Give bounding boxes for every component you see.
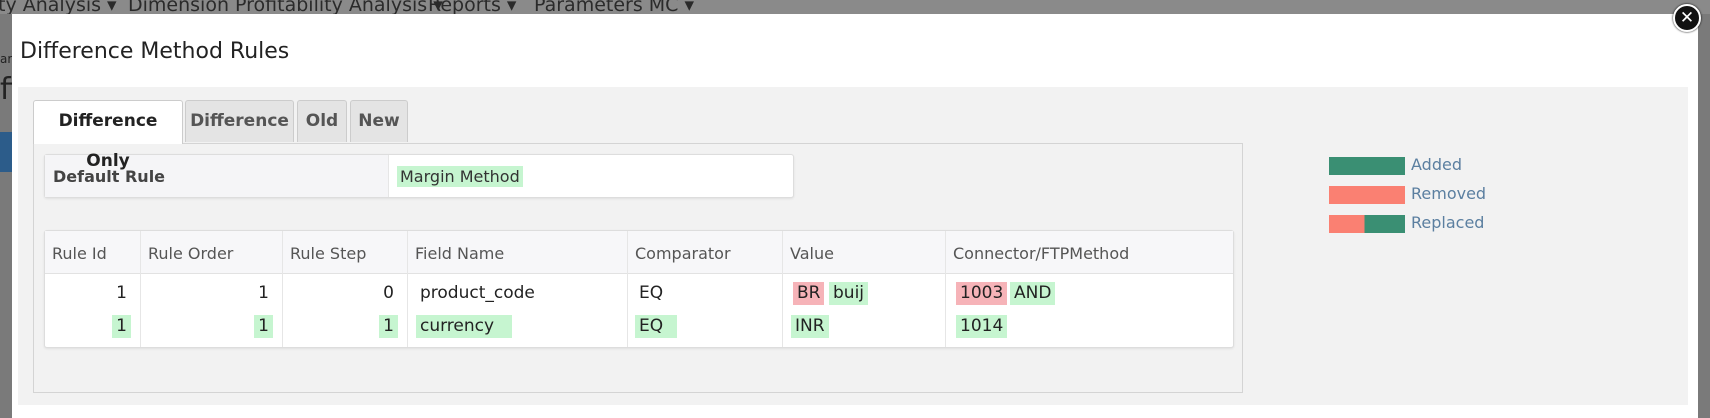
cell-comparator: EQ — [639, 283, 664, 303]
cell-connector-removed: 1003 — [956, 282, 1008, 305]
bg-side-text: ar — [0, 52, 12, 66]
cell-rule-id: 1 — [112, 315, 131, 338]
header-rule-id: Rule Id — [52, 244, 107, 263]
background-right-edge — [1698, 14, 1710, 418]
bg-nav-item: Reports ▾ — [428, 0, 517, 14]
default-rule-box: Default Rule Margin Method — [44, 154, 794, 198]
bg-side-button — [0, 132, 12, 172]
legend-item-added: Added — [1329, 155, 1529, 175]
background-nav-bar: ty Analysis ▾ Dimension Profitability An… — [0, 0, 1710, 14]
cell-connector: 1014 — [956, 315, 1008, 338]
legend-label-replaced: Replaced — [1411, 213, 1485, 232]
cell-rule-order: 1 — [254, 315, 273, 338]
legend-item-removed: Removed — [1329, 184, 1529, 204]
bg-nav-item: Parameters MC ▾ — [534, 0, 695, 14]
header-field-name: Field Name — [415, 244, 505, 263]
tab-difference-only[interactable]: Difference Only — [33, 100, 183, 171]
header-connector-ftpmethod: Connector/FTPMethod — [953, 244, 1130, 263]
tab-new[interactable]: New — [350, 100, 408, 142]
cell-rule-step: 1 — [379, 315, 398, 338]
cell-rule-order: 1 — [258, 283, 269, 303]
legend-item-replaced: Replaced — [1329, 213, 1529, 233]
legend-label-added: Added — [1411, 155, 1462, 174]
column-divider — [407, 231, 408, 347]
tab-difference[interactable]: Difference — [185, 100, 294, 142]
column-divider — [140, 231, 141, 347]
cell-value-added: buij — [829, 282, 869, 305]
cell-field-name: currency — [416, 315, 513, 338]
modal-title: Difference Method Rules — [20, 39, 290, 64]
bg-side-heading: fi — [0, 72, 12, 107]
cell-connector-added: AND — [1010, 282, 1056, 305]
default-rule-value: Margin Method — [397, 166, 523, 187]
cell-rule-step: 0 — [383, 283, 394, 303]
close-icon[interactable]: ✕ — [1673, 4, 1701, 32]
column-divider — [945, 231, 946, 347]
column-divider — [782, 231, 783, 347]
column-divider — [282, 231, 283, 347]
header-rule-order: Rule Order — [148, 244, 234, 263]
tab-panel-difference-only: Default Rule Margin Method Rule Id Rule … — [33, 143, 1243, 393]
background-left-edge: ar fi — [0, 14, 12, 418]
bg-nav-item: ty Analysis ▾ — [0, 0, 117, 14]
cell-value-removed: BR — [793, 282, 825, 305]
bg-nav-item: Dimension Profitability Analysis ▾ — [128, 0, 443, 14]
cell-comparator: EQ — [635, 315, 678, 338]
header-value: Value — [790, 244, 834, 263]
legend-label-removed: Removed — [1411, 184, 1487, 203]
legend-swatch-replaced — [1329, 215, 1405, 233]
difference-method-rules-modal: Difference Method Rules Difference Only … — [12, 14, 1698, 418]
cell-rule-id: 1 — [116, 283, 127, 303]
header-comparator: Comparator — [635, 244, 731, 263]
cell-value: INR — [791, 315, 829, 338]
legend-swatch-added — [1329, 157, 1405, 175]
cell-field-name: product_code — [420, 283, 535, 303]
legend-swatch-removed — [1329, 186, 1405, 204]
modal-body: Difference Only Difference Old New Defau… — [18, 87, 1688, 405]
tab-old[interactable]: Old — [297, 100, 347, 142]
header-rule-step: Rule Step — [290, 244, 367, 263]
column-divider — [627, 231, 628, 347]
rules-table: Rule Id Rule Order Rule Step Field Name … — [44, 230, 1234, 348]
